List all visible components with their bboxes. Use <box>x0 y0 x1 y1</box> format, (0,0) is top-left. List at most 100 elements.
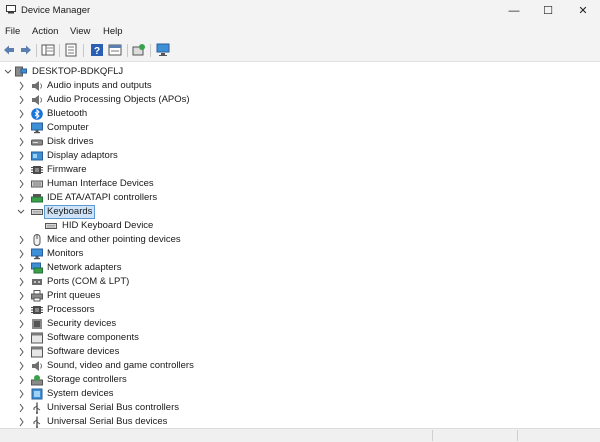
update-driver-icon[interactable] <box>132 43 146 57</box>
software-icon <box>31 332 43 344</box>
tree-category[interactable]: Universal Serial Bus controllers <box>0 401 600 415</box>
menu-bar: File Action View Help <box>0 22 600 40</box>
bluetooth-icon <box>31 108 43 120</box>
close-button[interactable]: ✕ <box>566 0 600 22</box>
speaker-icon <box>32 361 42 371</box>
chevron-right-icon[interactable] <box>16 345 26 359</box>
tree-category[interactable]: Monitors <box>0 247 600 261</box>
tree-category[interactable]: Computer <box>0 121 600 135</box>
chevron-right-icon[interactable] <box>16 135 26 149</box>
tree-category-label: Mice and other pointing devices <box>47 234 181 245</box>
chevron-right-icon[interactable] <box>16 163 26 177</box>
device-manager-icon <box>6 5 16 14</box>
chip-icon <box>31 166 43 174</box>
tree-category-label: Software components <box>47 332 139 343</box>
back-icon[interactable] <box>2 43 16 57</box>
tree-category[interactable]: Network adapters <box>0 261 600 275</box>
monitor-icon <box>31 248 43 260</box>
monitor-scan-icon[interactable] <box>156 43 170 57</box>
tree-category[interactable]: Print queues <box>0 289 600 303</box>
chevron-right-icon[interactable] <box>16 317 26 331</box>
tree-category[interactable]: Human Interface Devices <box>0 177 600 191</box>
mouse-icon <box>33 234 41 246</box>
speaker-icon <box>32 95 42 105</box>
tree-category[interactable]: Sound, video and game controllers <box>0 359 600 373</box>
tree-category-label: Bluetooth <box>47 108 88 119</box>
storage-icon <box>31 375 43 386</box>
chevron-right-icon[interactable] <box>16 247 26 261</box>
tree-category[interactable]: Audio inputs and outputs <box>0 79 600 93</box>
tree-category[interactable]: Display adaptors <box>0 149 600 163</box>
help-icon[interactable]: ? <box>90 43 104 57</box>
controller-icon <box>31 194 43 203</box>
chevron-down-icon[interactable] <box>16 205 26 219</box>
tree-category-label: Audio inputs and outputs <box>47 80 152 91</box>
toolbar-separator <box>150 44 151 57</box>
chevron-right-icon[interactable] <box>16 387 26 401</box>
tree-category[interactable]: Bluetooth <box>0 107 600 121</box>
forward-icon[interactable] <box>19 43 33 57</box>
tree-category[interactable]: Keyboards <box>0 205 600 219</box>
disk-drive-icon <box>31 139 43 146</box>
tree-category[interactable]: Ports (COM & LPT) <box>0 275 600 289</box>
chevron-right-icon[interactable] <box>16 415 26 429</box>
menu-action[interactable]: Action <box>32 26 58 37</box>
tree-category[interactable]: Software devices <box>0 345 600 359</box>
usb-icon <box>33 402 41 414</box>
chevron-right-icon[interactable] <box>16 275 26 289</box>
tree-category-label: Network adapters <box>47 262 122 273</box>
tree-category[interactable]: Mice and other pointing devices <box>0 233 600 247</box>
tree-category[interactable]: Audio Processing Objects (APOs) <box>0 93 600 107</box>
computer-icon <box>15 66 27 77</box>
tree-category-label: Audio Processing Objects (APOs) <box>47 94 190 105</box>
display-adapter-icon <box>31 151 43 161</box>
chevron-right-icon[interactable] <box>16 401 26 415</box>
maximize-button[interactable]: ☐ <box>531 0 565 22</box>
chevron-right-icon[interactable] <box>16 261 26 275</box>
tree-category[interactable]: System devices <box>0 387 600 401</box>
tree-category[interactable]: IDE ATA/ATAPI controllers <box>0 191 600 205</box>
minimize-button[interactable]: — <box>497 0 531 22</box>
toolbar-separator <box>36 44 37 57</box>
tree-category-label: Universal Serial Bus devices <box>47 416 168 427</box>
tree-category[interactable]: Disk drives <box>0 135 600 149</box>
toolbar-separator <box>59 44 60 57</box>
chevron-right-icon[interactable] <box>16 79 26 93</box>
tree-category-label: Security devices <box>47 318 117 329</box>
chevron-right-icon[interactable] <box>16 373 26 387</box>
view-icon[interactable] <box>108 43 122 57</box>
menu-file[interactable]: File <box>5 26 20 37</box>
tree-category[interactable]: Storage controllers <box>0 373 600 387</box>
tree-category-label: Display adaptors <box>47 150 118 161</box>
toolbar: ? <box>0 40 600 62</box>
chevron-right-icon[interactable] <box>16 233 26 247</box>
tree-category[interactable]: Security devices <box>0 317 600 331</box>
tree-device[interactable]: HID Keyboard Device <box>0 219 600 233</box>
chevron-right-icon[interactable] <box>16 289 26 303</box>
chevron-right-icon[interactable] <box>16 121 26 135</box>
chevron-right-icon[interactable] <box>16 93 26 107</box>
menu-view[interactable]: View <box>70 26 90 37</box>
tree-category[interactable]: Software components <box>0 331 600 345</box>
monitor-icon <box>31 122 43 134</box>
status-bar <box>0 428 600 442</box>
system-icon <box>31 388 43 400</box>
properties-icon[interactable] <box>64 43 78 57</box>
show-hide-tree-icon[interactable] <box>41 43 55 57</box>
tree-category[interactable]: Universal Serial Bus devices <box>0 415 600 429</box>
speaker-icon <box>32 81 42 91</box>
tree-category[interactable]: Processors <box>0 303 600 317</box>
chevron-right-icon[interactable] <box>16 107 26 121</box>
chevron-right-icon[interactable] <box>16 191 26 205</box>
toolbar-separator <box>83 44 84 57</box>
chevron-right-icon[interactable] <box>16 149 26 163</box>
tree-category[interactable]: Firmware <box>0 163 600 177</box>
device-tree[interactable]: DESKTOP-BDKQFLJ Audio inputs and outputs A… <box>0 62 600 429</box>
chevron-right-icon[interactable] <box>16 331 26 345</box>
menu-help[interactable]: Help <box>103 26 123 37</box>
chevron-right-icon[interactable] <box>16 177 26 191</box>
chevron-right-icon[interactable] <box>16 303 26 317</box>
chevron-right-icon[interactable] <box>16 359 26 373</box>
tree-root[interactable]: DESKTOP-BDKQFLJ <box>0 65 600 79</box>
chevron-down-icon[interactable] <box>3 65 13 79</box>
